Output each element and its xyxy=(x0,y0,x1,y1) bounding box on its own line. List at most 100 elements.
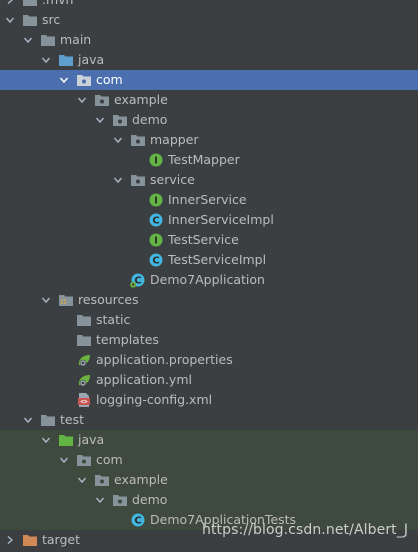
svg-text:C: C xyxy=(152,256,159,267)
tree-item-mvn[interactable]: .mvn xyxy=(0,0,418,10)
folder-icon xyxy=(76,312,92,328)
tree-item-label: InnerService xyxy=(168,192,247,207)
chevron-down-icon[interactable] xyxy=(40,430,52,450)
tree-item-innerserviceimpl[interactable]: C InnerServiceImpl xyxy=(0,210,418,230)
chevron-right-icon[interactable] xyxy=(4,530,16,550)
chevron-down-icon[interactable] xyxy=(58,70,70,90)
test-folder-icon xyxy=(58,432,74,448)
tree-item-label: demo xyxy=(132,112,168,127)
tree-item-label: TestServiceImpl xyxy=(168,252,267,267)
folder-icon xyxy=(76,332,92,348)
tree-item-label: Demo7Application xyxy=(150,272,265,287)
interface-icon: I xyxy=(148,152,164,168)
chevron-down-icon[interactable] xyxy=(40,290,52,310)
tree-item-com[interactable]: com xyxy=(0,70,418,90)
tree-item-label: logging-config.xml xyxy=(96,392,213,407)
tree-item-label: example xyxy=(114,472,168,487)
tree-item-label: application.yml xyxy=(96,372,192,387)
tree-item-templates[interactable]: templates xyxy=(0,330,418,350)
svg-text:I: I xyxy=(154,156,158,167)
tree-item-static[interactable]: static xyxy=(0,310,418,330)
class-icon: C xyxy=(148,212,164,228)
package-icon xyxy=(76,452,92,468)
folder-icon xyxy=(40,412,56,428)
tree-item-application-yml[interactable]: application.yml xyxy=(0,370,418,390)
tree-item-label: main xyxy=(60,32,92,47)
chevron-down-icon[interactable] xyxy=(22,30,34,50)
tree-item-test-com[interactable]: com xyxy=(0,450,418,470)
source-folder-icon xyxy=(58,52,74,68)
folder-icon xyxy=(40,32,56,48)
tree-item-label: java xyxy=(78,432,105,447)
svg-text:<>: <> xyxy=(80,399,88,406)
chevron-down-icon[interactable] xyxy=(58,450,70,470)
tree-item-logging-config-xml[interactable]: <> logging-config.xml xyxy=(0,390,418,410)
tree-item-label: mapper xyxy=(150,132,199,147)
svg-text:C: C xyxy=(152,216,159,227)
svg-text:I: I xyxy=(154,196,158,207)
package-icon xyxy=(112,112,128,128)
chevron-down-icon[interactable] xyxy=(112,170,124,190)
tree-item-label: TestService xyxy=(168,232,239,247)
tree-item-label: src xyxy=(42,12,61,27)
tree-item-label: test xyxy=(60,412,85,427)
package-icon xyxy=(76,72,92,88)
tree-item-testservice[interactable]: I TestService xyxy=(0,230,418,250)
tree-item-testmapper[interactable]: I TestMapper xyxy=(0,150,418,170)
tree-item-label: java xyxy=(78,52,105,67)
package-icon xyxy=(130,172,146,188)
tree-item-label: target xyxy=(42,532,81,547)
interface-icon: I xyxy=(148,232,164,248)
tree-item-label: com xyxy=(96,452,123,467)
tree-item-label: static xyxy=(96,312,131,327)
tree-item-resources[interactable]: resources xyxy=(0,290,418,310)
folder-icon xyxy=(22,12,38,28)
tree-item-src[interactable]: src xyxy=(0,10,418,30)
tree-item-label: TestMapper xyxy=(168,152,240,167)
interface-icon: I xyxy=(148,192,164,208)
tree-item-example[interactable]: example xyxy=(0,90,418,110)
watermark-text: https://blog.csdn.net/Albert_J xyxy=(202,522,409,538)
class-icon: C xyxy=(148,252,164,268)
chevron-down-icon[interactable] xyxy=(40,50,52,70)
tree-item-innerservice[interactable]: I InnerService xyxy=(0,190,418,210)
chevron-down-icon[interactable] xyxy=(112,130,124,150)
tree-item-demo7application[interactable]: C Demo7Application xyxy=(0,270,418,290)
test-class-icon: C xyxy=(130,512,146,528)
tree-item-test-example[interactable]: example xyxy=(0,470,418,490)
package-icon xyxy=(130,132,146,148)
xml-file-icon: <> xyxy=(76,392,92,408)
chevron-down-icon[interactable] xyxy=(22,410,34,430)
tree-item-java[interactable]: java xyxy=(0,50,418,70)
tree-item-label: InnerServiceImpl xyxy=(168,212,274,227)
chevron-down-icon[interactable] xyxy=(94,490,106,510)
tree-item-label: service xyxy=(150,172,195,187)
chevron-right-icon[interactable] xyxy=(4,0,16,10)
spring-boot-class-icon: C xyxy=(130,272,146,288)
tree-item-testserviceimpl[interactable]: C TestServiceImpl xyxy=(0,250,418,270)
tree-item-label: application.properties xyxy=(96,352,233,367)
tree-item-label: example xyxy=(114,92,168,107)
excluded-folder-icon xyxy=(22,532,38,548)
svg-text:C: C xyxy=(134,516,141,527)
tree-item-test-demo[interactable]: demo xyxy=(0,490,418,510)
tree-item-label: .mvn xyxy=(42,0,73,10)
spring-config-icon xyxy=(76,372,92,388)
tree-item-label: resources xyxy=(78,292,139,307)
tree-item-mapper[interactable]: mapper xyxy=(0,130,418,150)
chevron-down-icon[interactable] xyxy=(76,90,88,110)
tree-item-test-java[interactable]: java xyxy=(0,430,418,450)
chevron-down-icon[interactable] xyxy=(76,470,88,490)
tree-item-main[interactable]: main xyxy=(0,30,418,50)
svg-text:I: I xyxy=(154,236,158,247)
package-icon xyxy=(112,492,128,508)
tree-item-service[interactable]: service xyxy=(0,170,418,190)
tree-item-test[interactable]: test xyxy=(0,410,418,430)
chevron-down-icon[interactable] xyxy=(4,10,16,30)
tree-item-application-properties[interactable]: application.properties xyxy=(0,350,418,370)
tree-item-demo[interactable]: demo xyxy=(0,110,418,130)
resources-folder-icon xyxy=(58,292,74,308)
chevron-down-icon[interactable] xyxy=(94,110,106,130)
tree-item-label: templates xyxy=(96,332,159,347)
tree-item-label: com xyxy=(96,72,123,87)
